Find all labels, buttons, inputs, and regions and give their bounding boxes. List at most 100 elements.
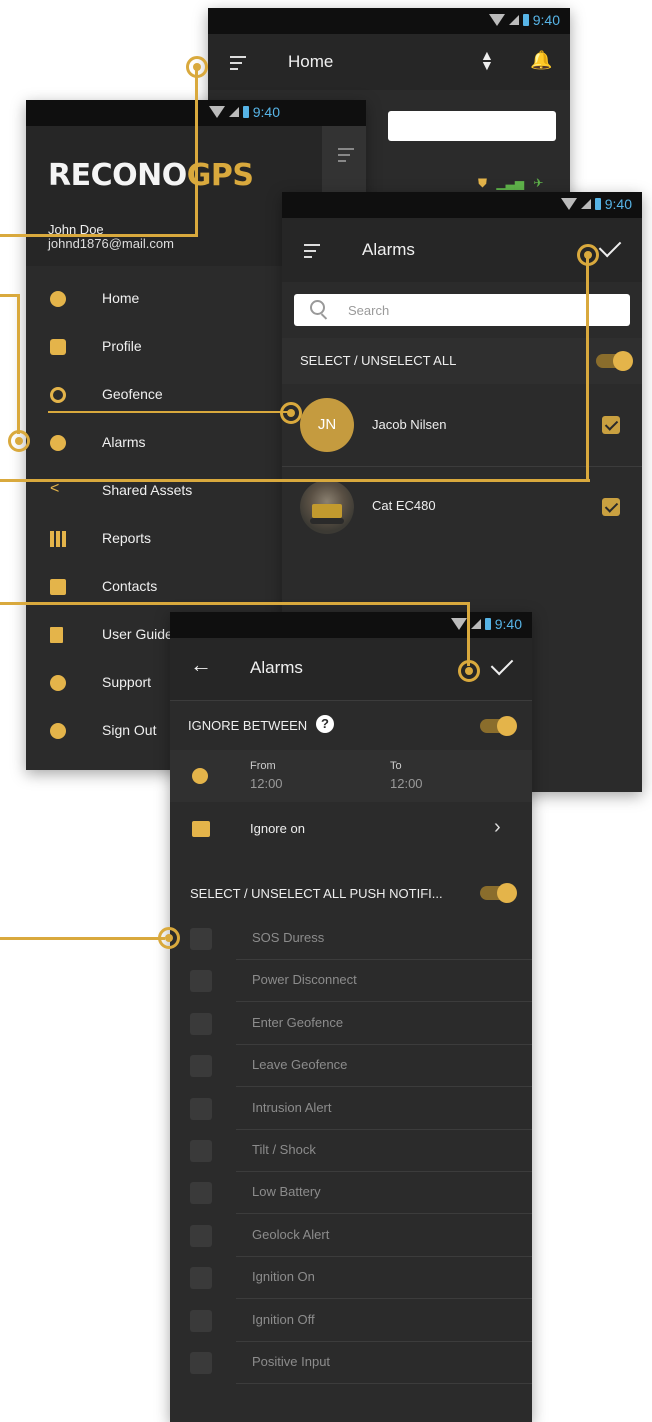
search-icon-handle: [320, 313, 328, 320]
menu-icon[interactable]: [230, 56, 246, 74]
page-title: Home: [288, 52, 334, 71]
notification-row[interactable]: Tilt / Shock: [170, 1130, 532, 1172]
callout-marker: [458, 660, 480, 682]
drawer-item-home[interactable]: Home: [26, 276, 286, 324]
notification-checkbox[interactable]: [190, 1182, 212, 1205]
status-bar: 9:40: [208, 8, 570, 34]
user-email: johnd1876@mail.com: [48, 236, 174, 251]
contact-name: Cat EC480: [372, 498, 436, 513]
menu-icon: [338, 148, 354, 166]
to-time[interactable]: 12:00: [390, 776, 423, 791]
contact-icon: [50, 579, 66, 595]
ignore-on-row[interactable]: Ignore on ›: [170, 804, 532, 854]
notification-checkbox[interactable]: [190, 1224, 212, 1247]
page-title: Alarms: [250, 658, 303, 677]
notification-checkbox[interactable]: [190, 1267, 212, 1290]
drawer-item-reports[interactable]: Reports: [26, 516, 286, 564]
push-select-all-row[interactable]: SELECT / UNSELECT ALL PUSH NOTIFI...: [170, 868, 532, 918]
chevron-right-icon: ›: [494, 816, 501, 838]
notification-row[interactable]: Power Disconnect: [170, 960, 532, 1003]
notification-checkbox[interactable]: [190, 1055, 212, 1078]
to-label: To: [390, 760, 402, 772]
select-all-label: SELECT / UNSELECT ALL: [300, 353, 457, 368]
notification-row[interactable]: Ignition On: [170, 1257, 532, 1300]
wifi-icon: [488, 14, 505, 26]
signal-icon: [470, 619, 481, 629]
callout-marker: [158, 927, 180, 949]
push-select-all-label: SELECT / UNSELECT ALL PUSH NOTIFI...: [190, 886, 443, 901]
wifi-icon: [560, 198, 577, 210]
page-title: Alarms: [362, 240, 415, 259]
notification-row[interactable]: Positive Input: [170, 1342, 532, 1384]
signal-icon: [228, 107, 239, 117]
notification-checkbox[interactable]: [190, 928, 212, 950]
callout-line: [48, 411, 288, 413]
share-icon: <: [50, 480, 60, 497]
notification-checkbox[interactable]: [190, 1140, 212, 1162]
gear-icon: [50, 339, 66, 355]
search-input[interactable]: Search: [294, 294, 630, 326]
select-all-toggle[interactable]: [596, 351, 633, 371]
gsm-icon: ▁▃▅: [496, 176, 525, 190]
battery-icon: [594, 198, 601, 210]
notification-checkbox[interactable]: [190, 1352, 212, 1374]
from-time[interactable]: 12:00: [250, 776, 283, 791]
contact-checkbox[interactable]: [602, 498, 620, 516]
notification-row[interactable]: Geolock Alert: [170, 1215, 532, 1257]
confirm-check-icon[interactable]: [490, 652, 514, 676]
sort-icon[interactable]: ▲ ▼: [480, 48, 494, 72]
notification-row[interactable]: Intrusion Alert: [170, 1088, 532, 1130]
notification-row[interactable]: Low Battery: [170, 1172, 532, 1215]
drawer-item-alarms[interactable]: Alarms: [26, 420, 286, 468]
menu-icon[interactable]: [304, 244, 320, 262]
notification-row[interactable]: SOS Duress: [170, 918, 532, 960]
notification-label: Enter Geofence: [252, 1014, 344, 1030]
notification-row[interactable]: Ignition Off: [170, 1300, 532, 1342]
drawer-item-shared-assets[interactable]: < Shared Assets: [26, 468, 286, 516]
bell-icon[interactable]: 🔔: [530, 50, 552, 71]
status-time: 9:40: [604, 196, 632, 212]
notification-row[interactable]: Leave Geofence: [170, 1045, 532, 1088]
callout-line: [0, 602, 470, 605]
contact-checkbox[interactable]: [602, 416, 620, 434]
status-time: 9:40: [494, 616, 522, 632]
notification-checkbox[interactable]: [190, 970, 212, 993]
wifi-icon: [208, 106, 225, 118]
ignore-between-label: IGNORE BETWEEN: [188, 718, 308, 733]
satellite-icon: ✈: [533, 176, 544, 190]
confirm-check-icon[interactable]: [598, 234, 622, 258]
logo: RECONOGPS: [48, 158, 254, 193]
notification-label: Power Disconnect: [252, 972, 357, 988]
help-icon[interactable]: ?: [316, 715, 334, 733]
shield-icon: ⛊: [478, 176, 488, 190]
avatar: JN: [300, 398, 354, 452]
notification-label: Tilt / Shock: [252, 1142, 316, 1157]
battery-icon: [242, 106, 249, 118]
contact-row[interactable]: Cat EC480: [282, 472, 642, 540]
notification-label: SOS Duress: [252, 930, 325, 945]
notification-checkbox[interactable]: [190, 1012, 212, 1035]
notification-checkbox[interactable]: [190, 1309, 212, 1332]
signal-icon: [580, 199, 591, 209]
notification-label: Geolock Alert: [252, 1226, 330, 1242]
search-placeholder: Search: [348, 303, 390, 318]
callout-line: [586, 256, 589, 482]
home-appbar: Home ▲ ▼ 🔔: [208, 34, 570, 90]
drawer-item-profile[interactable]: Profile: [26, 324, 286, 372]
calendar-icon: [192, 821, 210, 837]
notification-label: Leave Geofence: [252, 1057, 348, 1073]
notification-checkbox[interactable]: [190, 1097, 212, 1120]
ignore-between-toggle[interactable]: [480, 716, 517, 736]
notification-row[interactable]: Enter Geofence: [170, 1003, 532, 1045]
divider: [170, 700, 532, 701]
callout-line: [467, 602, 470, 666]
home-search-bar[interactable]: [388, 111, 556, 141]
battery-icon: [484, 618, 491, 630]
back-arrow-icon[interactable]: ←: [190, 652, 212, 678]
status-bar: 9:40: [282, 192, 642, 218]
push-select-all-toggle[interactable]: [480, 883, 517, 903]
clock-icon: [192, 768, 208, 784]
battery-icon: [522, 14, 529, 26]
callout-line: [195, 66, 198, 236]
ignore-between-row[interactable]: IGNORE BETWEEN ?: [170, 704, 532, 748]
